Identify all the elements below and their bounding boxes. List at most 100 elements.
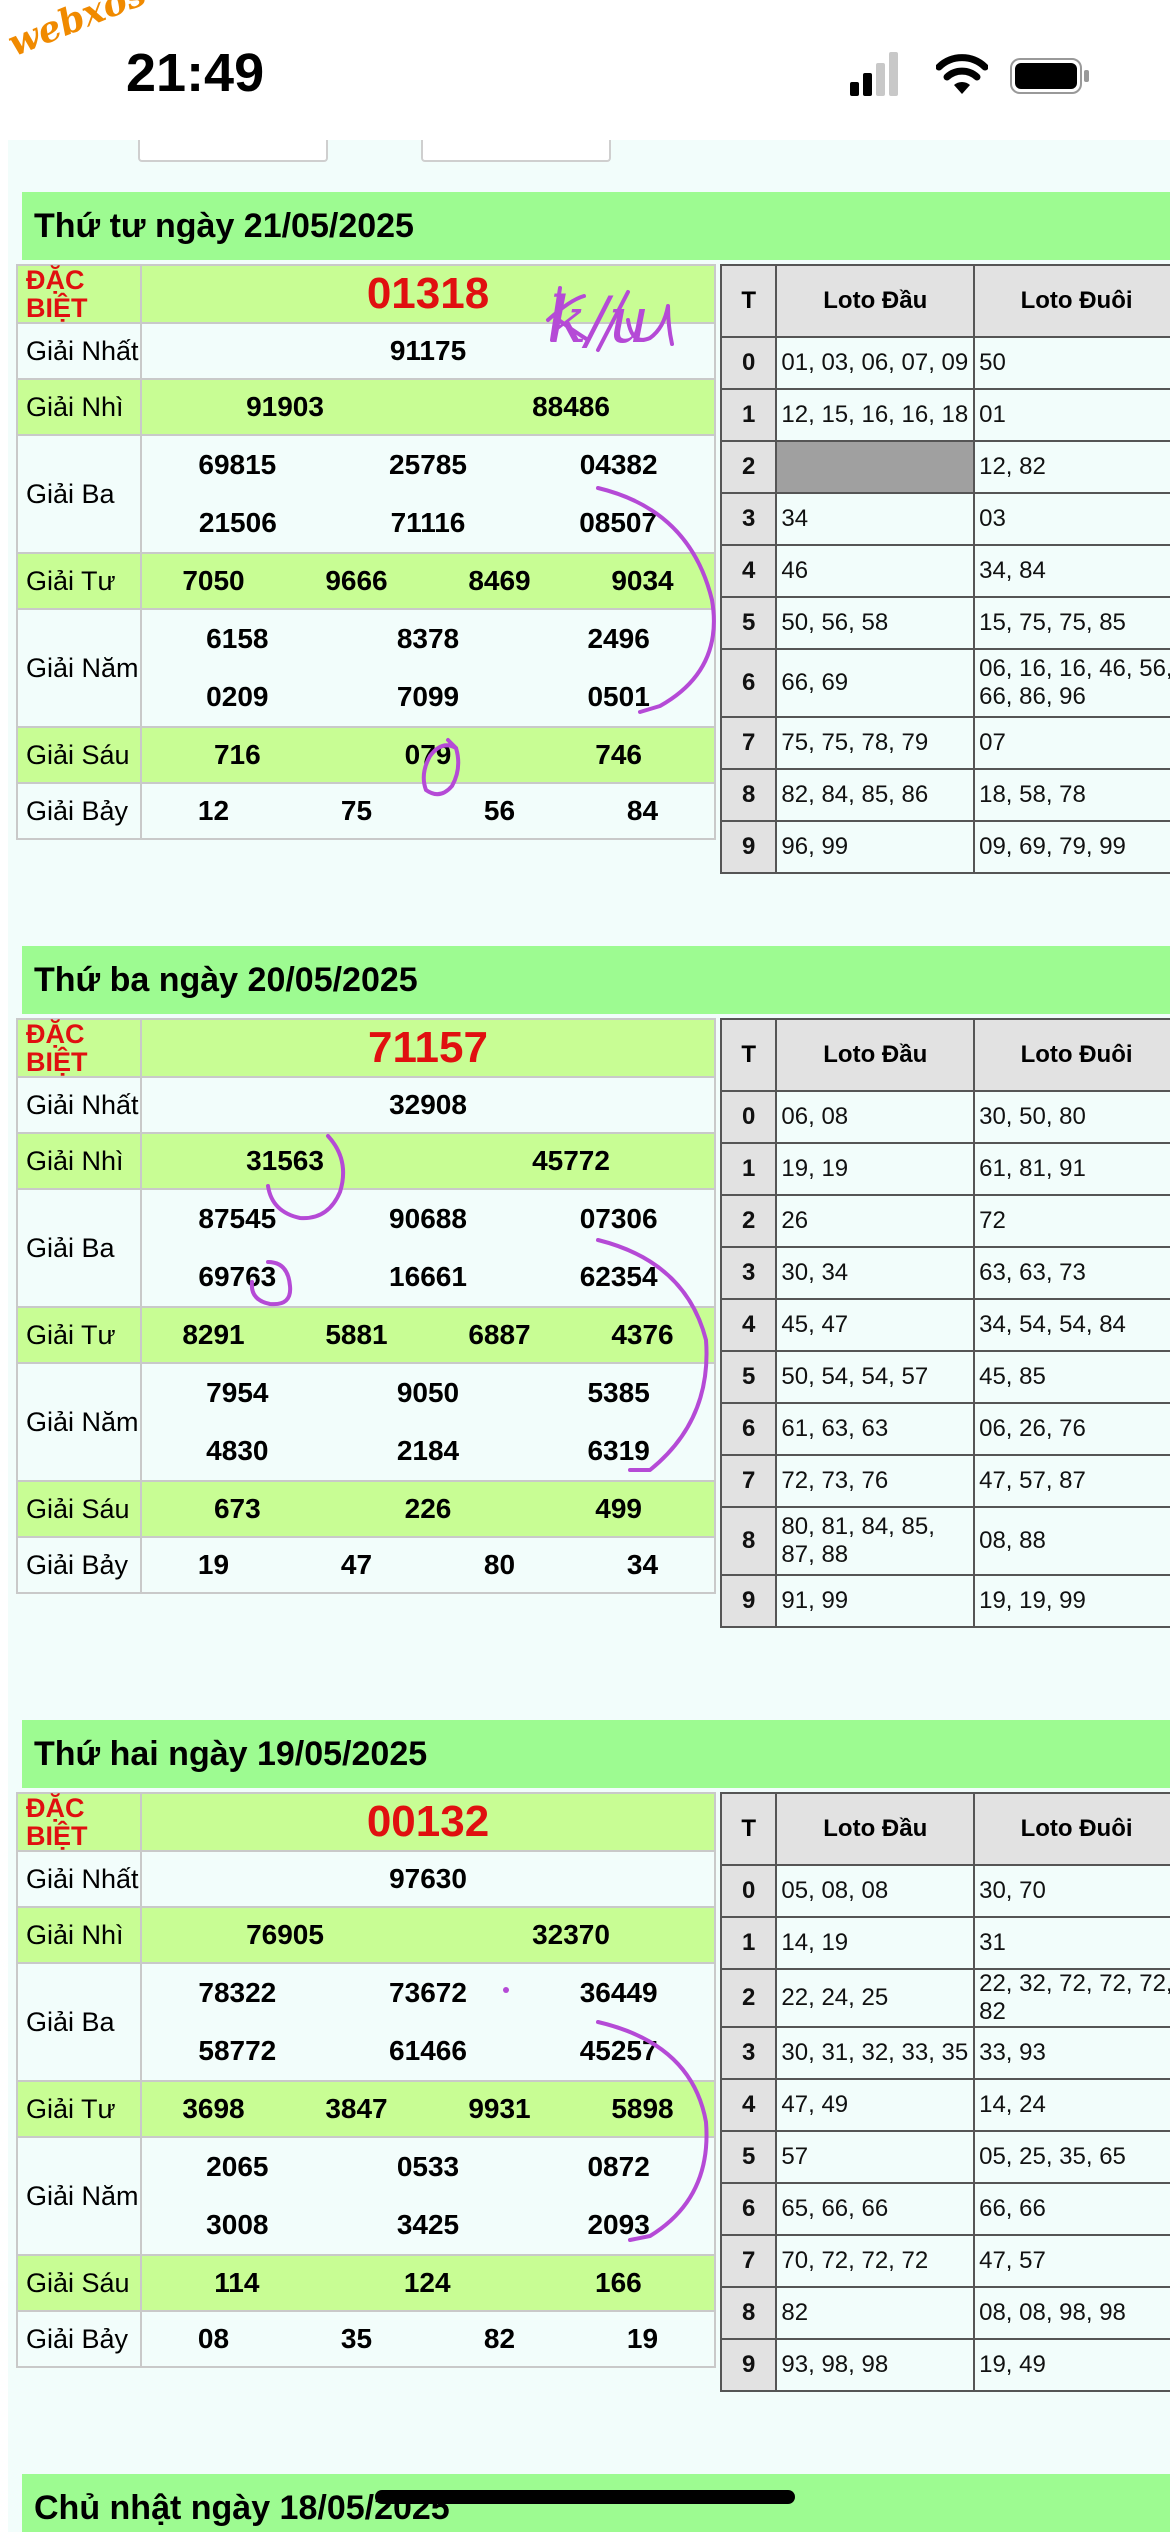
prize-value: 91175 bbox=[389, 335, 467, 366]
date-picker-right[interactable] bbox=[421, 140, 611, 162]
loto-dau-cell: 75, 75, 78, 79 bbox=[775, 716, 976, 770]
loto-duoi-cell: 01 bbox=[973, 388, 1170, 442]
loto-row: 1 19, 19 61, 81, 91 bbox=[719, 1142, 1170, 1196]
prize-value: 12 bbox=[197, 795, 230, 826]
loto-row: 2 26 72 bbox=[719, 1194, 1170, 1248]
loto-row: 4 47, 49 14, 24 bbox=[719, 2078, 1170, 2132]
loto-duoi-cell: 08, 88 bbox=[973, 1506, 1170, 1576]
prize-value: 4376 bbox=[611, 1319, 674, 1350]
loto-dau-cell: 66, 69 bbox=[775, 648, 976, 718]
prize-value: 16661 bbox=[389, 1261, 467, 1292]
date-picker-left[interactable] bbox=[138, 140, 328, 162]
loto-dau-cell: 47, 49 bbox=[775, 2078, 976, 2132]
prize-value: 45772 bbox=[532, 1145, 610, 1176]
loto-duoi-cell: 12, 82 bbox=[973, 440, 1170, 494]
prize-value: 58772 bbox=[198, 2035, 277, 2066]
prize-value: 32908 bbox=[389, 1089, 467, 1120]
label-giai-ba: Giải Ba bbox=[16, 1188, 142, 1308]
prize-value: 73672 bbox=[389, 1977, 467, 2008]
home-indicator bbox=[375, 2490, 795, 2504]
prize-value: 9050 bbox=[396, 1377, 460, 1408]
loto-duoi-cell: 18, 58, 78 bbox=[973, 768, 1170, 822]
loto-dau-cell: 12, 15, 16, 16, 18 bbox=[775, 388, 976, 442]
loto-row: 1 12, 15, 16, 16, 18 01 bbox=[719, 388, 1170, 442]
loto-dau-cell: 50, 56, 58 bbox=[775, 596, 976, 650]
loto-duoi-cell: 15, 75, 75, 85 bbox=[973, 596, 1170, 650]
status-bar: webxoso.net 21:49 bbox=[0, 0, 1170, 140]
loto-dau-cell: 34 bbox=[775, 492, 976, 546]
loto-row: 9 91, 99 19, 19, 99 bbox=[719, 1574, 1170, 1628]
prize-value: 3425 bbox=[396, 2209, 460, 2240]
prize-value: 8291 bbox=[182, 1319, 245, 1350]
loto-header-dau: Loto Đầu bbox=[775, 264, 976, 338]
loto-header-t: T bbox=[719, 1792, 778, 1866]
prize-value: 04382 bbox=[579, 449, 658, 480]
loto-row: 3 30, 34 63, 63, 73 bbox=[719, 1246, 1170, 1300]
loto-dau-cell: 96, 99 bbox=[775, 820, 976, 874]
prize-value: 8378 bbox=[396, 623, 460, 654]
wifi-icon bbox=[936, 54, 988, 94]
prize-value: 25785 bbox=[389, 449, 467, 480]
loto-duoi-cell: 19, 19, 99 bbox=[973, 1574, 1170, 1628]
prize-value: 226 bbox=[404, 1493, 452, 1524]
prize-value: 80 bbox=[483, 1549, 516, 1580]
loto-digit: 6 bbox=[719, 1402, 778, 1456]
prize-value: 3008 bbox=[206, 2209, 269, 2240]
label-giai-bay: Giải Bảy bbox=[16, 1536, 142, 1594]
loto-digit: 4 bbox=[719, 2078, 778, 2132]
loto-dau-cell: 82 bbox=[775, 2286, 976, 2340]
loto-digit: 2 bbox=[719, 440, 778, 494]
label-giai-tu: Giải Tư bbox=[16, 552, 142, 610]
loto-header-duoi: Loto Đuôi bbox=[973, 1792, 1170, 1866]
prize-value: 7954 bbox=[206, 1377, 269, 1408]
loto-row: 6 65, 66, 66 66, 66 bbox=[719, 2182, 1170, 2236]
prize-value: 6887 bbox=[468, 1319, 531, 1350]
loto-digit: 1 bbox=[719, 1142, 778, 1196]
prize-value: 114 bbox=[214, 2267, 260, 2298]
loto-digit: 9 bbox=[719, 1574, 778, 1628]
loto-dau-cell: 80, 81, 84, 85, 87, 88 bbox=[775, 1506, 976, 1576]
prize-value: 2093 bbox=[587, 2209, 650, 2240]
prize-value: 499 bbox=[595, 1493, 642, 1524]
prize-value: 6319 bbox=[587, 1435, 650, 1466]
loto-digit: 9 bbox=[719, 820, 778, 874]
loto-row: 3 30, 31, 32, 33, 35 33, 93 bbox=[719, 2026, 1170, 2080]
prize-value: 124 bbox=[403, 2267, 451, 2298]
loto-header-t: T bbox=[719, 264, 778, 338]
loto-duoi-cell: 50 bbox=[973, 336, 1170, 390]
loto-digit: 4 bbox=[719, 1298, 778, 1352]
label-dac-biet: ĐẶC BIỆT bbox=[16, 264, 142, 324]
prize-value: 0872 bbox=[587, 2151, 650, 2182]
loto-digit: 7 bbox=[719, 716, 778, 770]
prize-value: 5385 bbox=[587, 1377, 650, 1408]
loto-digit: 6 bbox=[719, 648, 778, 718]
prize-value: 2065 bbox=[206, 2151, 269, 2182]
loto-row: 5 50, 54, 54, 57 45, 85 bbox=[719, 1350, 1170, 1404]
loto-digit: 1 bbox=[719, 388, 778, 442]
loto-table: T Loto Đầu Loto Đuôi 0 05, 08, 08 30, 70… bbox=[719, 1792, 1170, 2392]
loto-digit: 7 bbox=[719, 2234, 778, 2288]
loto-row: 5 57 05, 25, 35, 65 bbox=[719, 2130, 1170, 2184]
loto-dau-cell: 22, 24, 25 bbox=[775, 1968, 976, 2028]
handwritten-note: k/u bbox=[548, 284, 650, 358]
prize-value: 3847 bbox=[325, 2093, 388, 2124]
prize-value: 746 bbox=[595, 739, 642, 770]
loto-dau-cell: 06, 08 bbox=[775, 1090, 976, 1144]
prize-value: 079 bbox=[404, 739, 452, 770]
label-giai-nam: Giải Năm bbox=[16, 608, 142, 728]
loto-row: 6 61, 63, 63 06, 26, 76 bbox=[719, 1402, 1170, 1456]
loto-header-dau: Loto Đầu bbox=[775, 1792, 976, 1866]
loto-dau-cell: 46 bbox=[775, 544, 976, 598]
loto-header-dau: Loto Đầu bbox=[775, 1018, 976, 1092]
prize-value: 4830 bbox=[206, 1435, 269, 1466]
label-giai-nhat: Giải Nhất bbox=[16, 322, 142, 380]
label-giai-sau: Giải Sáu bbox=[16, 2254, 142, 2312]
prize-value: 9931 bbox=[468, 2093, 531, 2124]
loto-header-duoi: Loto Đuôi bbox=[973, 1018, 1170, 1092]
loto-dau-cell: 72, 73, 76 bbox=[775, 1454, 976, 1508]
loto-digit: 3 bbox=[719, 492, 778, 546]
prize-value: 5898 bbox=[611, 2093, 674, 2124]
loto-duoi-cell: 45, 85 bbox=[973, 1350, 1170, 1404]
loto-duoi-cell: 47, 57 bbox=[973, 2234, 1170, 2288]
loto-row: 6 66, 69 06, 16, 16, 46, 56, 66, 86, 96 bbox=[719, 648, 1170, 718]
